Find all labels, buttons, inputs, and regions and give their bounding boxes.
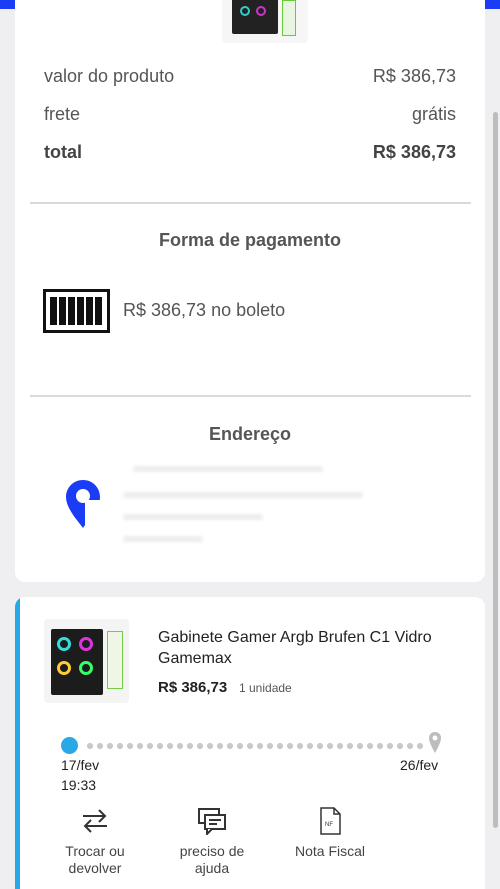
box-image [282, 0, 296, 36]
case-image [51, 629, 103, 695]
box-image [107, 631, 123, 689]
product-thumbnail [222, 0, 308, 43]
return-button[interactable]: Trocar ou devolver [55, 807, 135, 877]
end-date: 26/fev [400, 757, 439, 773]
product-value: R$ 386,73 [372, 66, 456, 86]
payment-method-text: R$ 386,73 no boleto [123, 300, 286, 320]
shipping-value: grátis [411, 104, 456, 124]
invoice-icon-text: NF [325, 822, 333, 828]
divider [30, 202, 471, 204]
barcode-icon [43, 289, 110, 333]
order-item-card[interactable]: Gabinete Gamer Argb Brufen C1 Vidro Game… [15, 597, 485, 889]
product-name[interactable]: Gabinete Gamer Argb Brufen C1 Vidro Game… [158, 627, 468, 669]
location-pin-icon [66, 480, 101, 534]
invoice-icon: NF [320, 807, 341, 835]
order-summary-card: valor do produto R$ 386,73 frete grátis … [15, 0, 485, 582]
product-value-label: valor do produto [44, 66, 175, 86]
address-line-redacted [123, 514, 263, 520]
total-value: R$ 386,73 [372, 142, 456, 162]
address-line-redacted [123, 492, 363, 498]
case-image [232, 0, 278, 34]
help-button[interactable]: preciso de ajuda [167, 807, 257, 877]
invoice-button[interactable]: NF Nota Fiscal [287, 807, 373, 860]
address-line-redacted [133, 466, 323, 472]
total-label: total [44, 142, 82, 162]
scrollbar[interactable] [493, 112, 498, 828]
help-label-line2: ajuda [194, 860, 230, 876]
start-date: 17/fev [61, 757, 100, 773]
delivery-timeline [85, 743, 427, 749]
address-line-redacted [123, 536, 203, 542]
product-value-row: valor do produto R$ 386,73 [44, 66, 456, 87]
product-quantity: 1 unidade [239, 681, 292, 695]
payment-title: Forma de pagamento [158, 230, 342, 250]
help-label-line1: preciso de [179, 843, 245, 859]
total-row: total R$ 386,73 [44, 142, 456, 163]
destination-pin-icon [429, 732, 441, 753]
address-title: Endereço [208, 424, 292, 444]
divider [30, 395, 471, 397]
shipping-label: frete [44, 104, 81, 124]
return-label-line1: Trocar ou [65, 843, 125, 859]
swap-arrows-icon [83, 809, 107, 833]
accent-bar [15, 597, 20, 889]
chat-icon [198, 808, 226, 835]
start-time: 19:33 [61, 777, 97, 793]
product-image[interactable] [44, 619, 129, 703]
shipping-row: frete grátis [44, 104, 456, 125]
product-price: R$ 386,73 [158, 679, 228, 696]
timeline-start-dot [61, 737, 78, 754]
invoice-label: Nota Fiscal [294, 843, 366, 859]
return-label-line2: devolver [68, 860, 122, 876]
